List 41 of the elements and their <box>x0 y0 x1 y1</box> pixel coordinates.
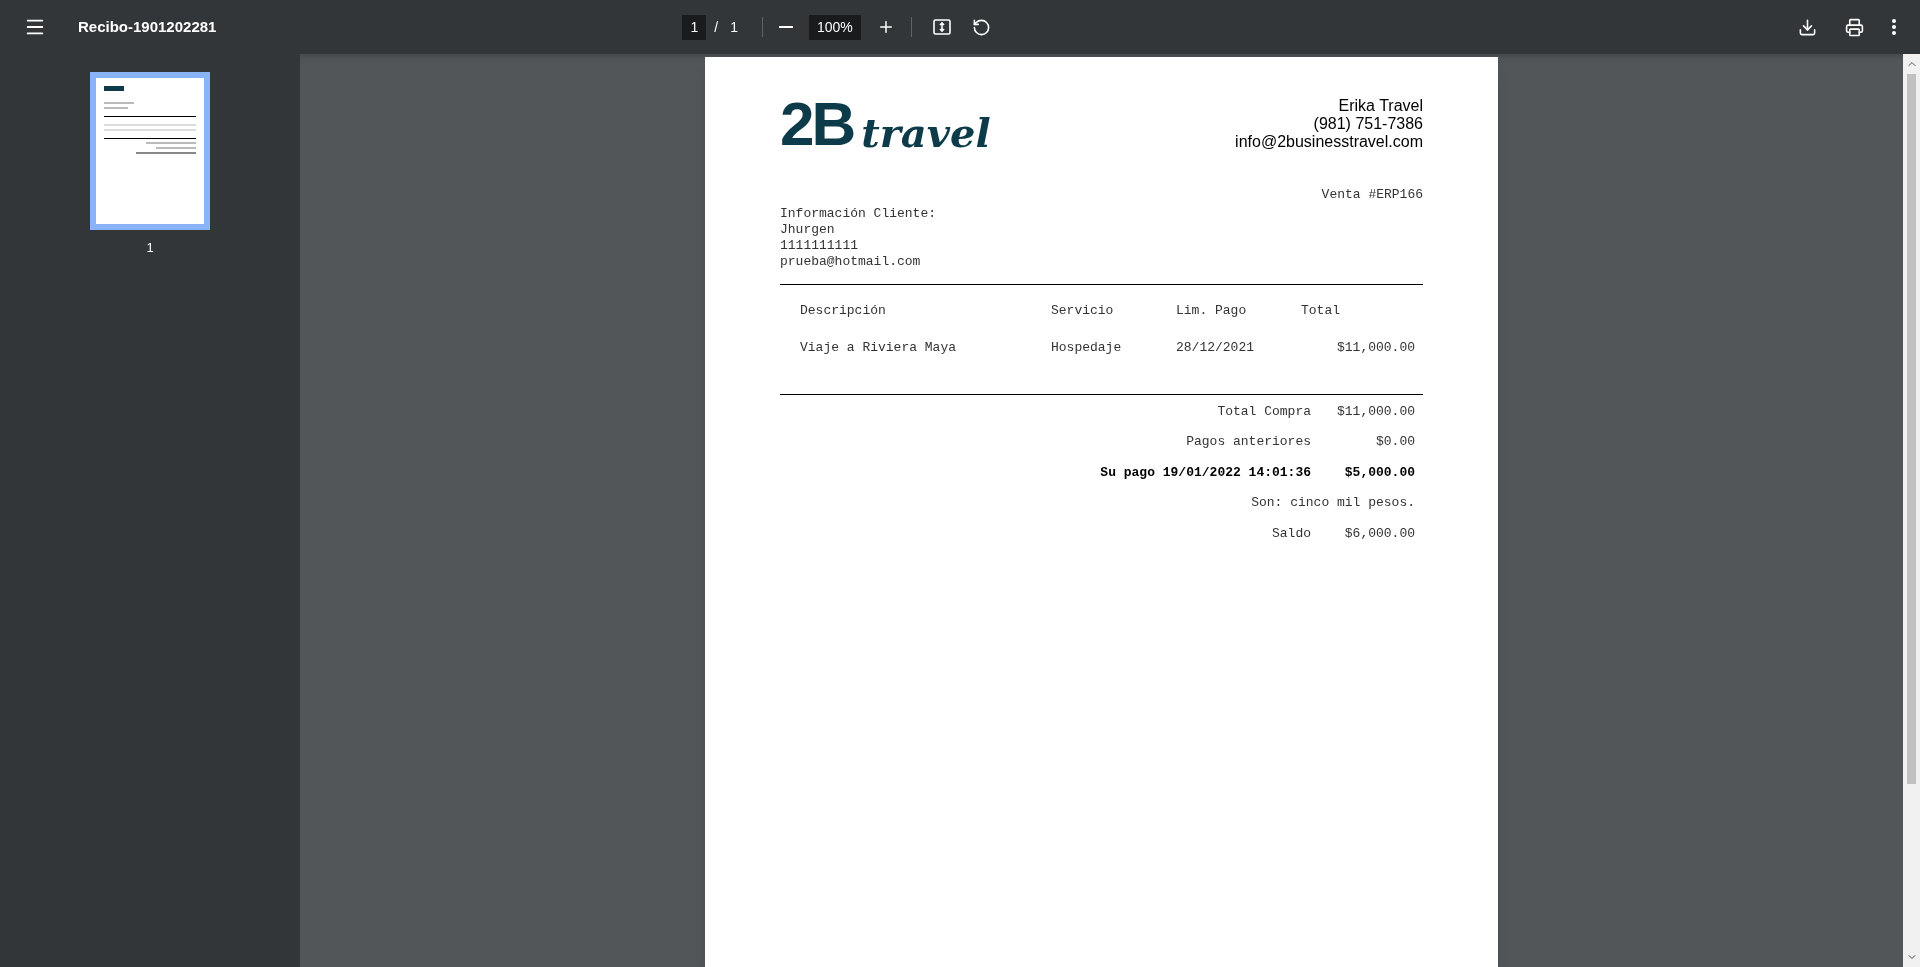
sale-number: Venta #ERP166 <box>1321 186 1423 204</box>
total-label: Total Compra <box>1217 402 1311 421</box>
print-icon <box>1845 17 1864 37</box>
column-header: Lim. Pago <box>1176 301 1248 320</box>
company-info: Erika Travel <box>1338 97 1423 115</box>
fit-page-icon <box>931 17 952 37</box>
table-cell-text: $11,000.00 <box>1336 339 1415 357</box>
page-thumbnail-label: 1 <box>146 239 154 257</box>
client-info: Jhurgen <box>780 221 835 238</box>
column-header: Descripción <box>800 301 887 320</box>
scrollbar[interactable] <box>1903 54 1920 967</box>
document-title: Recibo-1901202281 <box>78 16 217 37</box>
zoom-field[interactable]: 100% <box>808 14 861 40</box>
company-info: info@2businesstravel.com <box>1235 133 1423 151</box>
more-options-icon <box>1892 19 1896 35</box>
page-thumbnail[interactable] <box>90 72 210 230</box>
page-separator: / <box>714 17 719 37</box>
total-value: $5,000.00 <box>1343 463 1415 482</box>
balance-value: $6,000.00 <box>1343 524 1415 543</box>
rotate-icon <box>971 17 991 37</box>
table-cell-text: 28/12/2021 <box>1176 339 1255 357</box>
balance-label: Saldo <box>1272 524 1311 543</box>
table-cell-text: Viaje a Riviera Maya <box>800 339 958 357</box>
total-value: $11,000.00 <box>1336 402 1415 421</box>
total-label: Pagos anteriores <box>1186 433 1311 451</box>
client-info: 1111111111 <box>780 237 858 254</box>
table-cell-text: Hospedaje <box>1051 339 1123 357</box>
company-logo: 2B travel <box>780 95 991 153</box>
total-value: $0.00 <box>1375 433 1415 451</box>
client-info: Información Cliente: <box>780 205 937 222</box>
download-icon <box>1798 17 1817 37</box>
column-header: Total <box>1301 301 1341 320</box>
page-number-field[interactable]: 1 <box>682 14 707 40</box>
amount-in-words: Son: cinco mil pesos. <box>1251 494 1415 512</box>
column-header: Servicio <box>1051 301 1115 320</box>
page-total: 1 <box>730 17 738 37</box>
minus-icon <box>778 26 793 28</box>
client-info: prueba@hotmail.com <box>780 253 921 270</box>
total-label: Su pago 19/01/2022 14:01:36 <box>1100 463 1311 482</box>
scrollbar-thumb[interactable] <box>1907 74 1916 784</box>
company-info: (981) 751-7386 <box>1313 115 1423 133</box>
